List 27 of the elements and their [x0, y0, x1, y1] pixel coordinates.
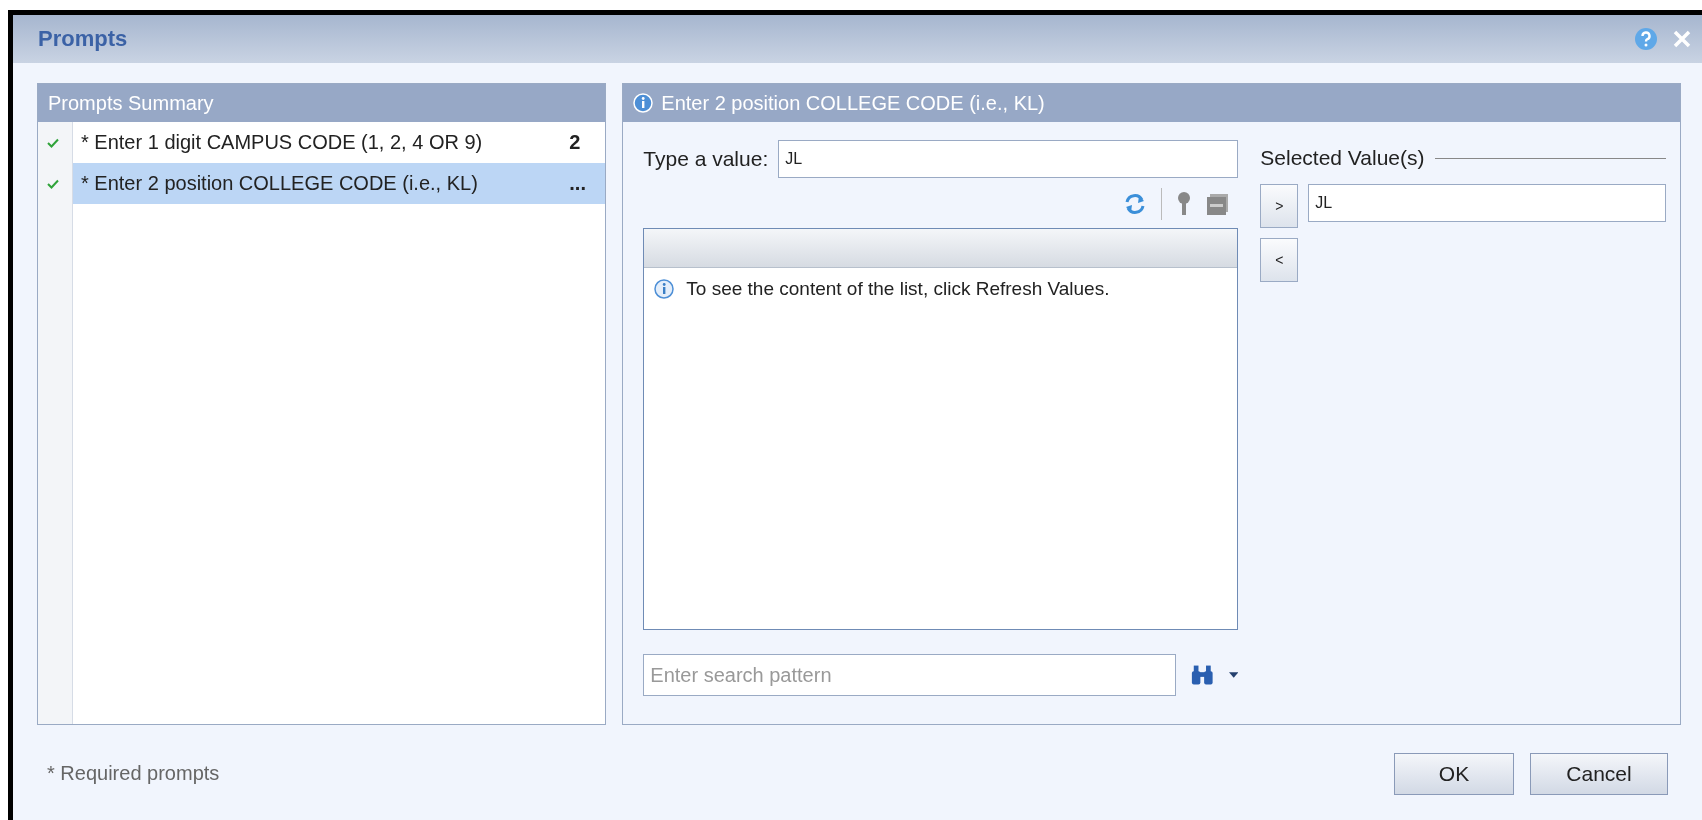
info-icon	[633, 93, 654, 113]
collapse-icon[interactable]	[1206, 192, 1231, 216]
key-icon[interactable]	[1176, 191, 1193, 217]
panel-title: Enter 2 position COLLEGE CODE (i.e., KL)	[661, 91, 1045, 115]
prompt-value: ...	[569, 172, 587, 195]
dropdown-caret-icon[interactable]	[1228, 672, 1239, 678]
window-title: Prompts	[38, 26, 129, 52]
prompt-item[interactable]: * Enter 1 digit CAMPUS CODE (1, 2, 4 OR 9) 2	[73, 122, 606, 163]
search-field[interactable]: Enter search pattern	[643, 654, 1177, 696]
type-value-label: Type a value:	[643, 147, 769, 171]
help-icon[interactable]	[1634, 27, 1658, 51]
prompt-value: 2	[569, 131, 582, 154]
close-icon[interactable]	[1672, 29, 1692, 49]
panel-title: Prompts Summary	[48, 91, 214, 115]
add-button[interactable]: >	[1260, 184, 1299, 228]
value-input[interactable]: JL	[778, 140, 1239, 178]
binoculars-icon[interactable]	[1190, 663, 1215, 687]
selected-value[interactable]: JL	[1308, 184, 1666, 222]
ok-button[interactable]: OK	[1394, 752, 1514, 795]
prompt-label: * Enter 2 position COLLEGE CODE (i.e., KL)	[81, 172, 479, 195]
cancel-button[interactable]: Cancel	[1530, 752, 1668, 795]
prompt-label: * Enter 1 digit CAMPUS CODE (1, 2, 4 OR 9)	[81, 131, 484, 154]
list-message: To see the content of the list, click Refresh Values.	[686, 278, 1110, 300]
info-icon	[654, 279, 675, 299]
selected-values-title: Selected Value(s)	[1260, 146, 1425, 170]
required-note: * Required prompts	[47, 762, 220, 785]
remove-button[interactable]: <	[1260, 238, 1299, 282]
